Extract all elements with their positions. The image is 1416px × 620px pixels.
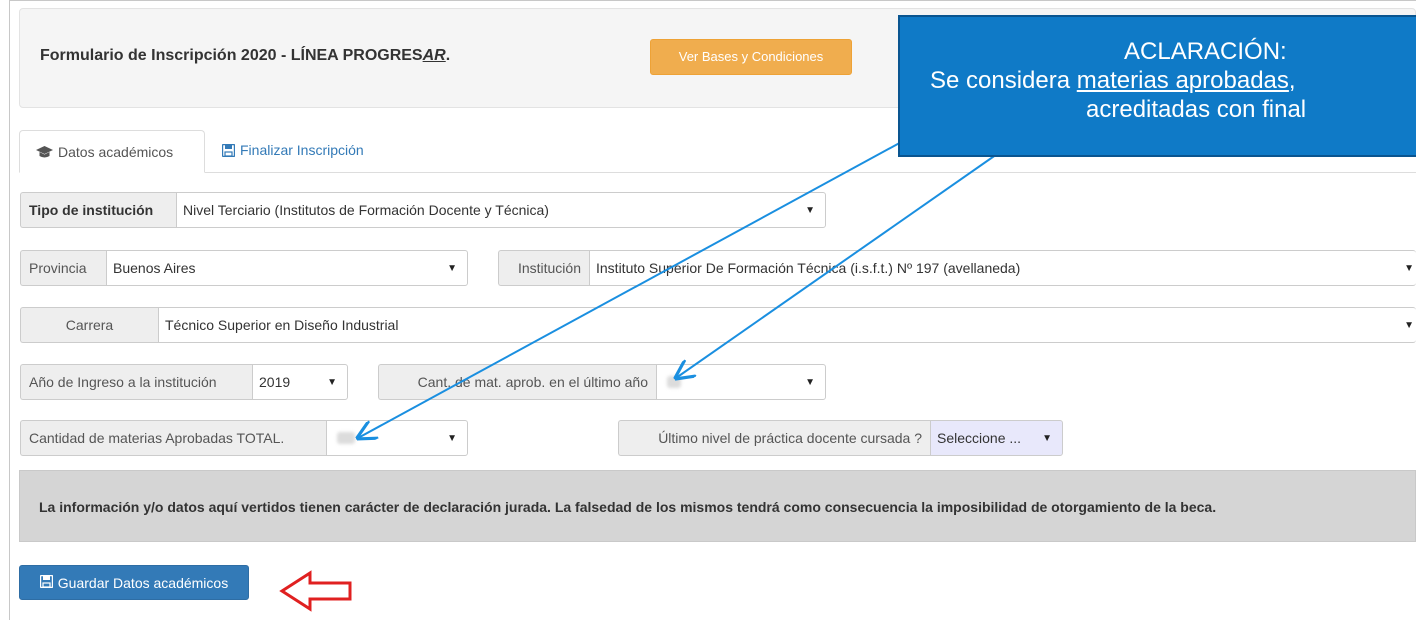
chevron-down-icon: ▼ [805, 204, 815, 216]
institucion-select[interactable]: Instituto Superior De Formación Técnica … [589, 250, 1416, 286]
ultimo-nivel-select[interactable]: Seleccione ... ▼ [930, 420, 1063, 456]
page-title: Formulario de Inscripción 2020 - LÍNEA P… [40, 47, 451, 64]
ultimo-nivel-group: Último nivel de práctica docente cursada… [618, 420, 1063, 456]
chevron-down-icon: ▼ [1404, 319, 1414, 331]
tipo-institucion-group: Tipo de institución Nivel Terciario (Ins… [20, 192, 826, 228]
carrera-label: Carrera [20, 307, 158, 343]
ultimo-nivel-label: Último nivel de práctica docente cursada… [618, 420, 930, 456]
sworn-statement-notice: La información y/o datos aquí vertidos t… [19, 470, 1416, 542]
cant-total-group: Cantidad de materias Aprobadas TOTAL. ▼ [20, 420, 468, 456]
redacted-value [667, 376, 681, 388]
cant-ultimo-anio-label: Cant. de mat. aprob. en el último año [378, 364, 656, 400]
frame-border-top [9, 0, 1416, 1]
callout-line2: Se considera materias aprobadas, [930, 67, 1296, 94]
anio-ingreso-group: Año de Ingreso a la institución 2019 ▼ [20, 364, 348, 400]
provincia-select[interactable]: Buenos Aires ▼ [106, 250, 468, 286]
save-academic-data-button[interactable]: Guardar Datos académicos [19, 565, 249, 600]
carrera-group: Carrera Técnico Superior en Diseño Indus… [20, 307, 1416, 343]
page-title-ar: AR [422, 47, 446, 64]
tab-datos-academicos[interactable]: Datos académicos [19, 130, 205, 173]
redacted-value [337, 432, 355, 444]
tabs-divider [19, 172, 1416, 173]
floppy-disk-icon [221, 143, 236, 160]
carrera-value: Técnico Superior en Diseño Industrial [165, 317, 399, 333]
clarification-callout: ACLARACIÓN: Se considera materias aproba… [898, 15, 1416, 157]
institucion-value: Instituto Superior De Formación Técnica … [596, 260, 1021, 276]
tab-finalizar-label: Finalizar Inscripción [240, 142, 364, 158]
anio-ingreso-label: Año de Ingreso a la institución [20, 364, 252, 400]
chevron-down-icon: ▼ [447, 262, 457, 274]
save-button-label: Guardar Datos académicos [57, 574, 229, 591]
tab-finalizar-inscripcion[interactable]: Finalizar Inscripción [221, 142, 364, 160]
provincia-group: Provincia Buenos Aires ▼ [20, 250, 468, 286]
floppy-disk-icon [39, 574, 53, 591]
view-terms-button[interactable]: Ver Bases y Condiciones [650, 39, 852, 75]
institucion-group: Institución Instituto Superior De Formac… [498, 250, 1416, 286]
anio-ingreso-value: 2019 [259, 374, 291, 390]
callout-underlined: materias aprobadas [1076, 67, 1289, 94]
ultimo-nivel-value: Seleccione ... [937, 430, 1022, 446]
chevron-down-icon: ▼ [805, 376, 815, 388]
chevron-down-icon: ▼ [1042, 432, 1052, 444]
provincia-label: Provincia [20, 250, 106, 286]
anio-ingreso-select[interactable]: 2019 ▼ [252, 364, 348, 400]
cant-total-select[interactable]: ▼ [326, 420, 468, 456]
cant-total-label: Cantidad de materias Aprobadas TOTAL. [20, 420, 326, 456]
graduation-cap-icon [36, 146, 53, 162]
red-arrow-icon [279, 570, 352, 612]
chevron-down-icon: ▼ [327, 376, 337, 388]
institucion-label: Institución [498, 250, 589, 286]
tipo-institucion-value: Nivel Terciario (Institutos de Formación… [183, 202, 549, 218]
tab-datos-academicos-label: Datos académicos [58, 144, 174, 160]
callout-title: ACLARACIÓN: [1124, 38, 1287, 65]
cant-ultimo-anio-select[interactable]: ▼ [656, 364, 826, 400]
carrera-select[interactable]: Técnico Superior en Diseño Industrial ▼ [158, 307, 1416, 343]
chevron-down-icon: ▼ [447, 432, 457, 444]
tipo-institucion-select[interactable]: Nivel Terciario (Institutos de Formación… [176, 192, 826, 228]
provincia-value: Buenos Aires [113, 260, 196, 276]
callout-line3: acreditadas con final [1086, 96, 1307, 123]
frame-border-left [9, 0, 10, 620]
tipo-institucion-label: Tipo de institución [20, 192, 176, 228]
cant-ultimo-anio-group: Cant. de mat. aprob. en el último año ▼ [378, 364, 826, 400]
chevron-down-icon: ▼ [1404, 262, 1414, 274]
